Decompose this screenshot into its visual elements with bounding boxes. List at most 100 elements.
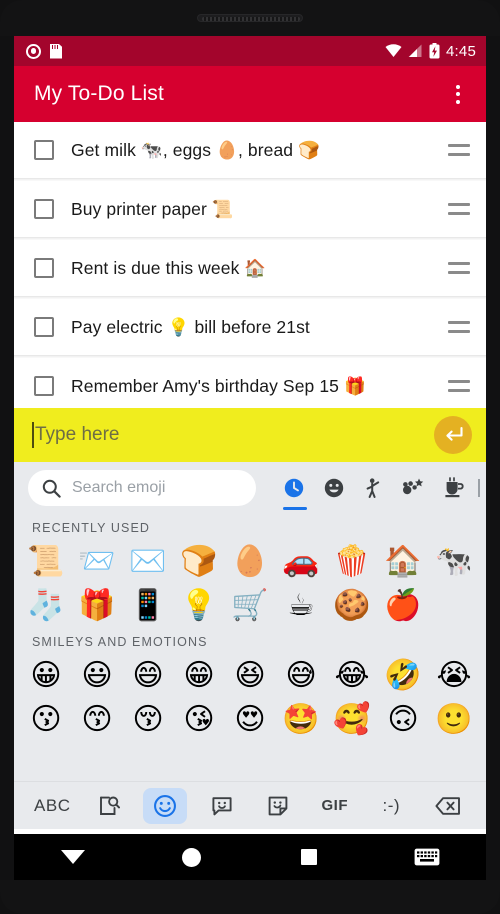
- list-item-label: Pay electric 💡 bill before 21st: [71, 316, 310, 337]
- ime-switcher-button[interactable]: [368, 848, 486, 866]
- emoji-cell[interactable]: 🤩: [277, 698, 325, 742]
- checkbox-icon[interactable]: [34, 199, 54, 219]
- overflow-menu-icon[interactable]: [438, 74, 478, 114]
- emoji-cell[interactable]: 🎁: [73, 584, 121, 628]
- emoji-grid-row[interactable]: 😗 😙 😚 😘 😍 🤩 🥰 🙃 🙂: [14, 698, 486, 742]
- emoji-cell[interactable]: 😗: [22, 698, 70, 742]
- emoji-cell[interactable]: 😆: [226, 654, 274, 698]
- emoji-keyboard[interactable]: Search emoji RECENTLY USED 📜 📨 ✉️ 🍞 🥚 🚗 …: [14, 462, 486, 829]
- circle-icon: [181, 847, 201, 867]
- emoji-key[interactable]: [143, 787, 188, 824]
- wifi-icon: [385, 44, 402, 57]
- compose-bar[interactable]: Type here: [14, 408, 486, 462]
- emoji-grid-row[interactable]: 📜 📨 ✉️ 🍞 🥚 🚗 🍿 🏠 🐄: [14, 540, 486, 584]
- status-bar-right: 4:45: [385, 43, 476, 60]
- emoji-cell[interactable]: 😂: [328, 654, 376, 698]
- todo-list[interactable]: Get milk 🐄, eggs 🥚, bread 🍞 Buy printer …: [14, 122, 486, 408]
- tab-divider: [478, 479, 480, 497]
- emoji-cell[interactable]: 😭: [430, 654, 478, 698]
- emoji-cell[interactable]: 📱: [124, 584, 172, 628]
- gif-key[interactable]: GIF: [313, 788, 357, 824]
- square-icon: [301, 849, 317, 865]
- battery-charging-icon: [429, 43, 440, 59]
- emoji-cell[interactable]: 🐄: [430, 540, 478, 584]
- status-bar-left: [26, 43, 62, 59]
- emoji-cell[interactable]: 😁: [175, 654, 223, 698]
- device-bottom-bezel: [0, 880, 500, 914]
- checkbox-icon[interactable]: [34, 258, 54, 278]
- table-row[interactable]: Pay electric 💡 bill before 21st: [14, 299, 486, 356]
- search-input[interactable]: Search emoji: [28, 470, 256, 506]
- tab-nature[interactable]: [394, 463, 434, 513]
- emoji-cell[interactable]: 😀: [22, 654, 70, 698]
- emoji-cell[interactable]: 😄: [124, 654, 172, 698]
- emoji-cell[interactable]: ☕: [277, 584, 325, 628]
- drag-handle-icon[interactable]: [448, 262, 470, 274]
- new-task-input[interactable]: Type here: [35, 424, 120, 446]
- app-bar: My To-Do List: [14, 66, 486, 122]
- emoji-cell[interactable]: 🥰: [328, 698, 376, 742]
- tab-smileys[interactable]: [314, 463, 354, 513]
- enter-arrow-icon[interactable]: [434, 416, 472, 454]
- emoji-cell[interactable]: 🧦: [22, 584, 70, 628]
- back-button[interactable]: [14, 850, 132, 864]
- animals-nature-icon: [403, 478, 424, 495]
- tab-food[interactable]: [434, 463, 474, 513]
- emoji-grid-row[interactable]: 😀 😃 😄 😁 😆 😅 😂 🤣 😭: [14, 654, 486, 698]
- status-bar: 4:45: [14, 36, 486, 66]
- emoji-cell[interactable]: 🍎: [379, 584, 427, 628]
- text-cursor: [32, 422, 34, 448]
- emoji-cell[interactable]: 😙: [73, 698, 121, 742]
- backspace-key[interactable]: [426, 788, 470, 824]
- tab-people[interactable]: [354, 463, 394, 513]
- emoji-cell[interactable]: 🍪: [328, 584, 376, 628]
- device-top-bezel: [0, 0, 500, 36]
- recents-button[interactable]: [250, 849, 368, 865]
- emoji-cell[interactable]: 🚗: [277, 540, 325, 584]
- emoji-cell[interactable]: 😘: [175, 698, 223, 742]
- emoji-cell[interactable]: 🤣: [379, 654, 427, 698]
- emoji-cell[interactable]: 😃: [73, 654, 121, 698]
- table-row[interactable]: Remember Amy's birthday Sep 15 🎁: [14, 358, 486, 408]
- sticker-key[interactable]: [256, 788, 300, 824]
- table-row[interactable]: Rent is due this week 🏠: [14, 240, 486, 297]
- sticker-icon: [268, 796, 288, 815]
- table-row[interactable]: Get milk 🐄, eggs 🥚, bread 🍞: [14, 122, 486, 179]
- backspace-icon: [435, 796, 460, 815]
- emoji-cell[interactable]: 🍿: [328, 540, 376, 584]
- page-title: My To-Do List: [34, 82, 164, 105]
- emoji-cell[interactable]: 💡: [175, 584, 223, 628]
- drag-handle-icon[interactable]: [448, 380, 470, 392]
- emoji-cell[interactable]: 🍞: [175, 540, 223, 584]
- clock-icon: [284, 478, 304, 498]
- abc-key[interactable]: ABC: [30, 788, 74, 824]
- emoji-cell[interactable]: 🙂: [430, 698, 478, 742]
- emoji-kitchen-key[interactable]: [200, 788, 244, 824]
- drag-handle-icon[interactable]: [448, 203, 470, 215]
- checkbox-icon[interactable]: [34, 140, 54, 160]
- emoji-cell[interactable]: 😚: [124, 698, 172, 742]
- checkbox-icon[interactable]: [34, 317, 54, 337]
- emoticon-key[interactable]: :-): [369, 788, 413, 824]
- emoji-cell[interactable]: 🛒: [226, 584, 274, 628]
- image-search-key[interactable]: [87, 788, 131, 824]
- list-item-label: Get milk 🐄, eggs 🥚, bread 🍞: [71, 139, 320, 160]
- drag-handle-icon[interactable]: [448, 144, 470, 156]
- emoji-cell[interactable]: 🙃: [379, 698, 427, 742]
- emoji-cell[interactable]: 🥚: [226, 540, 274, 584]
- table-row[interactable]: Buy printer paper 📜: [14, 181, 486, 238]
- checkbox-icon[interactable]: [34, 376, 54, 396]
- tab-recent[interactable]: [274, 463, 314, 513]
- emoji-cell[interactable]: 😅: [277, 654, 325, 698]
- phone-screen: 4:45 My To-Do List Get milk 🐄, eggs 🥚, b…: [14, 36, 486, 880]
- emoji-cell[interactable]: 😍: [226, 698, 274, 742]
- emoji-cell[interactable]: ✉️: [124, 540, 172, 584]
- cellular-signal-icon: [408, 44, 422, 57]
- emoji-cell[interactable]: 📨: [73, 540, 121, 584]
- smiley-icon: [324, 478, 344, 498]
- emoji-grid-row[interactable]: 🧦 🎁 📱 💡 🛒 ☕ 🍪 🍎: [14, 584, 486, 628]
- emoji-cell[interactable]: 📜: [22, 540, 70, 584]
- emoji-cell[interactable]: 🏠: [379, 540, 427, 584]
- drag-handle-icon[interactable]: [448, 321, 470, 333]
- home-button[interactable]: [132, 847, 250, 867]
